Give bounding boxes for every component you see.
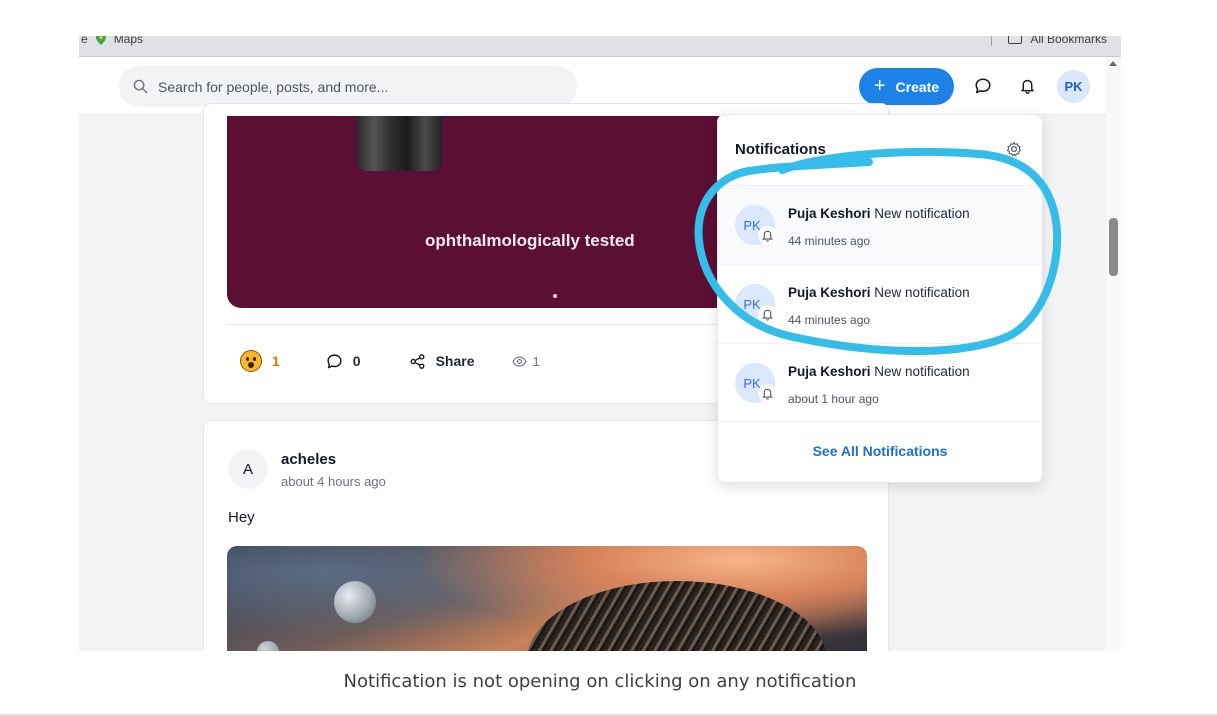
view-count-value: 1 <box>532 353 540 369</box>
screenshot-caption: Notification is not opening on clicking … <box>343 671 857 692</box>
image-bottle-cap <box>357 116 442 171</box>
notifications-bell-icon[interactable] <box>1016 75 1038 97</box>
notification-item[interactable]: PK Puja Keshori New notification 44 minu… <box>718 185 1042 264</box>
search-bar[interactable] <box>119 66 577 107</box>
notification-text: Puja Keshori New notification <box>788 364 970 379</box>
search-input[interactable] <box>158 78 538 95</box>
image-text: ophthalmologically tested <box>425 231 635 250</box>
notification-message: New notification <box>874 206 970 221</box>
maps-icon <box>95 36 106 45</box>
author-name[interactable]: acheles <box>281 451 336 468</box>
user-avatar[interactable]: PK <box>1057 70 1090 103</box>
notification-sender: Puja Keshori <box>788 364 871 379</box>
reaction-count: 1 <box>272 353 280 369</box>
plus-icon: + <box>873 74 886 97</box>
notification-sender: Puja Keshori <box>788 206 871 221</box>
image-planet-small <box>257 641 279 651</box>
eye-icon <box>512 355 527 367</box>
comment-icon <box>327 353 342 368</box>
notification-time: about 1 hour ago <box>788 392 879 406</box>
notification-item[interactable]: PK Puja Keshori New notification 44 minu… <box>718 264 1042 343</box>
bell-icon <box>758 226 776 244</box>
all-bookmarks-link[interactable]: All Bookmarks <box>1030 36 1107 46</box>
messages-icon[interactable] <box>972 75 994 97</box>
screenshot-frame: e Maps All Bookmarks + Create PK <box>79 36 1121 651</box>
bookmarks-separator <box>991 36 993 46</box>
notification-message: New notification <box>874 364 970 379</box>
post-text: Hey <box>228 509 255 526</box>
search-icon <box>133 79 148 94</box>
bell-icon <box>758 305 776 323</box>
notification-sender: Puja Keshori <box>788 285 871 300</box>
create-button[interactable]: + Create <box>859 68 954 105</box>
scroll-up-arrow-icon[interactable] <box>1109 61 1117 66</box>
notification-time: 44 minutes ago <box>788 313 871 327</box>
divider <box>718 421 1042 422</box>
bookmark-maps[interactable]: Maps <box>114 36 143 46</box>
view-count: 1 <box>512 354 540 369</box>
create-label: Create <box>895 78 940 95</box>
author-avatar[interactable]: A <box>228 449 268 489</box>
notification-item[interactable]: PK Puja Keshori New notification about 1… <box>718 343 1042 422</box>
see-all-notifications-link[interactable]: See All Notifications <box>718 443 1042 459</box>
share-button[interactable]: Share <box>409 353 475 370</box>
post-time: about 4 hours ago <box>281 474 386 489</box>
wow-emoji-icon <box>240 350 262 372</box>
gear-icon[interactable] <box>1006 141 1022 157</box>
notification-text: Puja Keshori New notification <box>788 206 970 221</box>
bookmark-partial[interactable]: e <box>81 36 88 46</box>
comment-count: 0 <box>352 353 361 369</box>
share-label: Share <box>435 353 475 369</box>
page-scrollbar[interactable] <box>1106 57 1121 651</box>
notification-text: Puja Keshori New notification <box>788 285 970 300</box>
notifications-dropdown: Notifications PK Puja Keshori New notifi… <box>717 114 1043 483</box>
reaction-button[interactable]: 1 <box>240 350 280 372</box>
image-figure-hair <box>527 581 827 651</box>
comment-button[interactable]: 0 <box>326 353 361 370</box>
post-image[interactable] <box>227 546 867 651</box>
scroll-thumb[interactable] <box>1109 218 1118 276</box>
folder-icon <box>1008 36 1023 44</box>
bell-icon <box>758 384 776 402</box>
notifications-title: Notifications <box>735 141 826 158</box>
notification-message: New notification <box>874 285 970 300</box>
post-actions: 1 0 Share 1 <box>240 349 540 373</box>
image-planet <box>334 581 376 623</box>
notification-time: 44 minutes ago <box>788 234 871 248</box>
image-dot <box>553 294 557 298</box>
share-icon <box>410 353 425 369</box>
bookmarks-bar: e Maps All Bookmarks <box>79 36 1121 57</box>
